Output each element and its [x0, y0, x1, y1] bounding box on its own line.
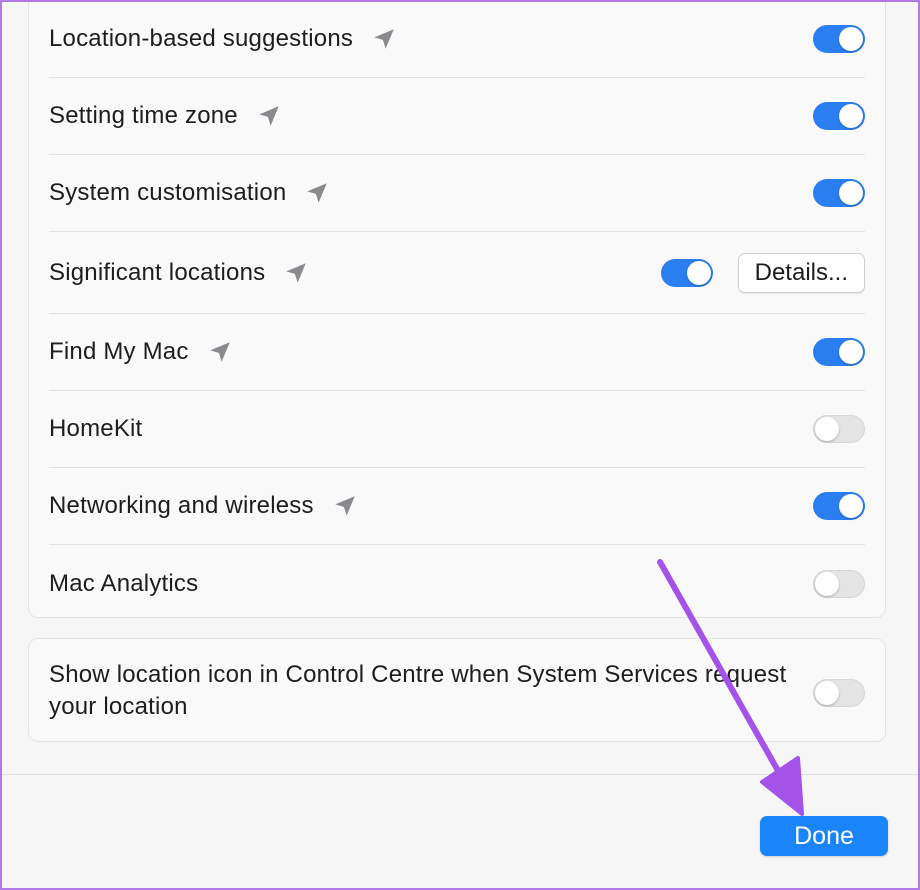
service-label: Mac Analytics [49, 569, 199, 597]
location-arrow-icon [209, 342, 230, 362]
system-services-list: Location-based suggestions Setting time … [28, 2, 886, 618]
control-centre-label: Show location icon in Control Centre whe… [49, 661, 787, 720]
system-services-sheet: Location-based suggestions Setting time … [0, 0, 920, 890]
location-suggestions-toggle[interactable] [813, 25, 865, 53]
service-row-setting-time-zone: Setting time zone [49, 78, 865, 155]
service-row-location-suggestions: Location-based suggestions [49, 2, 865, 78]
location-arrow-icon [334, 496, 355, 516]
toggle-knob [815, 681, 839, 705]
service-row-find-my-mac: Find My Mac [49, 314, 865, 391]
control-centre-location-toggle[interactable] [813, 679, 865, 707]
setting-time-zone-toggle[interactable] [813, 102, 865, 130]
location-arrow-icon [307, 183, 328, 203]
find-my-mac-toggle[interactable] [813, 338, 865, 366]
service-label: Significant locations [49, 258, 266, 286]
mac-analytics-toggle[interactable] [813, 569, 865, 598]
footer-divider [2, 774, 918, 775]
toggle-knob [815, 417, 839, 441]
homekit-toggle[interactable] [813, 415, 865, 443]
service-row-networking-wireless: Networking and wireless [49, 468, 865, 545]
toggle-knob [815, 571, 839, 596]
toggle-knob [839, 104, 863, 128]
toggle-knob [839, 340, 863, 364]
control-centre-group: Show location icon in Control Centre whe… [28, 638, 886, 742]
service-row-homekit: HomeKit [49, 391, 865, 468]
service-label: HomeKit [49, 415, 143, 442]
system-customisation-toggle[interactable] [813, 179, 865, 207]
done-button[interactable]: Done [760, 816, 888, 856]
service-label: Setting time zone [49, 102, 238, 129]
location-arrow-icon [374, 29, 394, 49]
service-label: Networking and wireless [49, 492, 314, 519]
toggle-knob [687, 260, 711, 285]
service-label: Find My Mac [49, 338, 189, 365]
toggle-knob [839, 27, 863, 51]
details-button[interactable]: Details... [737, 252, 865, 293]
location-arrow-icon [259, 106, 279, 126]
significant-locations-toggle[interactable] [661, 258, 713, 287]
service-row-system-customisation: System customisation [49, 155, 865, 232]
toggle-knob [839, 181, 863, 205]
service-row-significant-locations: Significant locations Details... [49, 232, 865, 314]
location-arrow-icon [286, 262, 307, 283]
networking-wireless-toggle[interactable] [813, 492, 865, 520]
service-row-mac-analytics: Mac Analytics [49, 545, 865, 622]
service-label: System customisation [49, 179, 287, 206]
toggle-knob [839, 494, 863, 518]
service-label: Location-based suggestions [49, 25, 354, 52]
